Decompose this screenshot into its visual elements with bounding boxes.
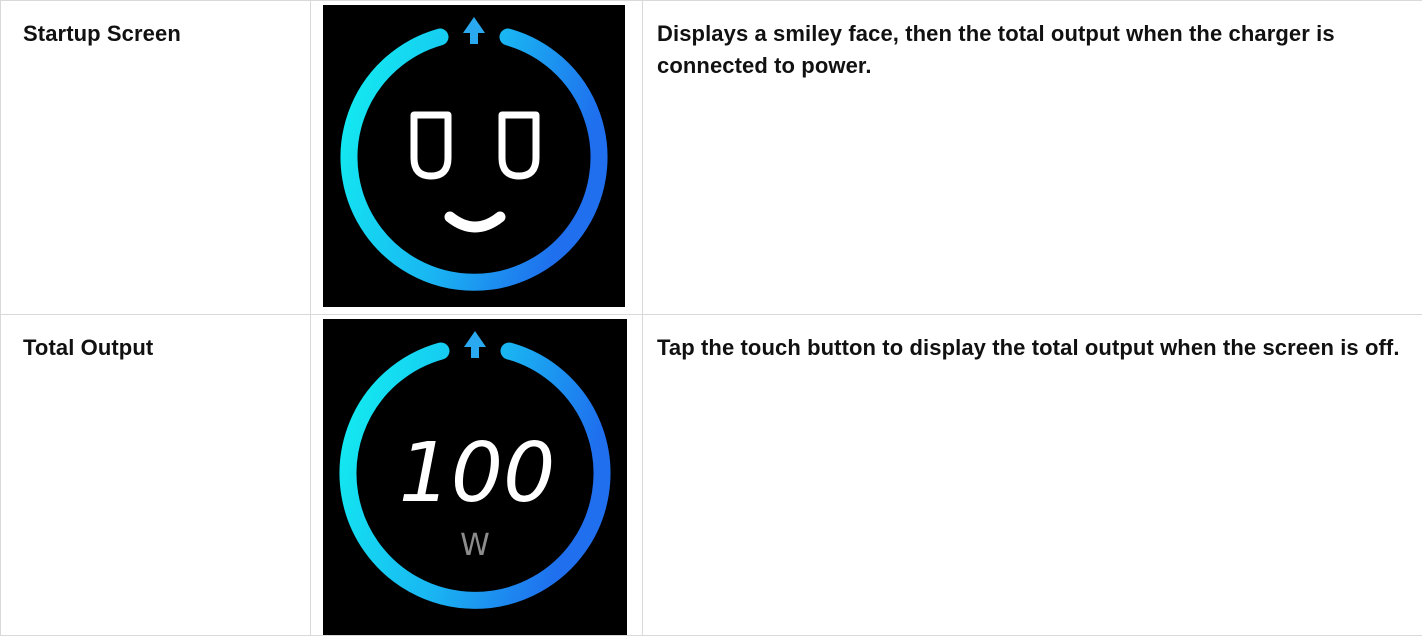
right-eye xyxy=(502,115,536,176)
label-cell: Startup Screen xyxy=(1,1,311,315)
feature-table: Startup Screen xyxy=(0,0,1422,636)
smiley-display xyxy=(323,5,625,307)
row-label: Total Output xyxy=(1,315,310,363)
progress-ring xyxy=(349,37,599,282)
description-cell: Displays a smiley face, then the total o… xyxy=(643,1,1422,315)
row-label: Startup Screen xyxy=(1,1,310,49)
image-cell: 100 W xyxy=(311,315,643,636)
startup-screen-image xyxy=(323,5,625,307)
up-arrow-icon xyxy=(464,331,486,358)
total-output-screen-image: 100 W xyxy=(323,319,627,635)
output-display: 100 W xyxy=(323,319,627,635)
image-cell xyxy=(311,1,643,315)
row-description: Tap the touch button to display the tota… xyxy=(643,315,1422,364)
description-cell: Tap the touch button to display the tota… xyxy=(643,315,1422,636)
table-row: Startup Screen xyxy=(1,1,1422,315)
output-value: 100 xyxy=(399,426,556,521)
left-eye xyxy=(414,115,448,176)
table-row: Total Output xyxy=(1,315,1422,636)
smile-mouth xyxy=(450,217,500,227)
up-arrow-icon xyxy=(463,17,485,44)
row-description: Displays a smiley face, then the total o… xyxy=(643,1,1422,82)
label-cell: Total Output xyxy=(1,315,311,636)
output-unit: W xyxy=(460,528,490,563)
